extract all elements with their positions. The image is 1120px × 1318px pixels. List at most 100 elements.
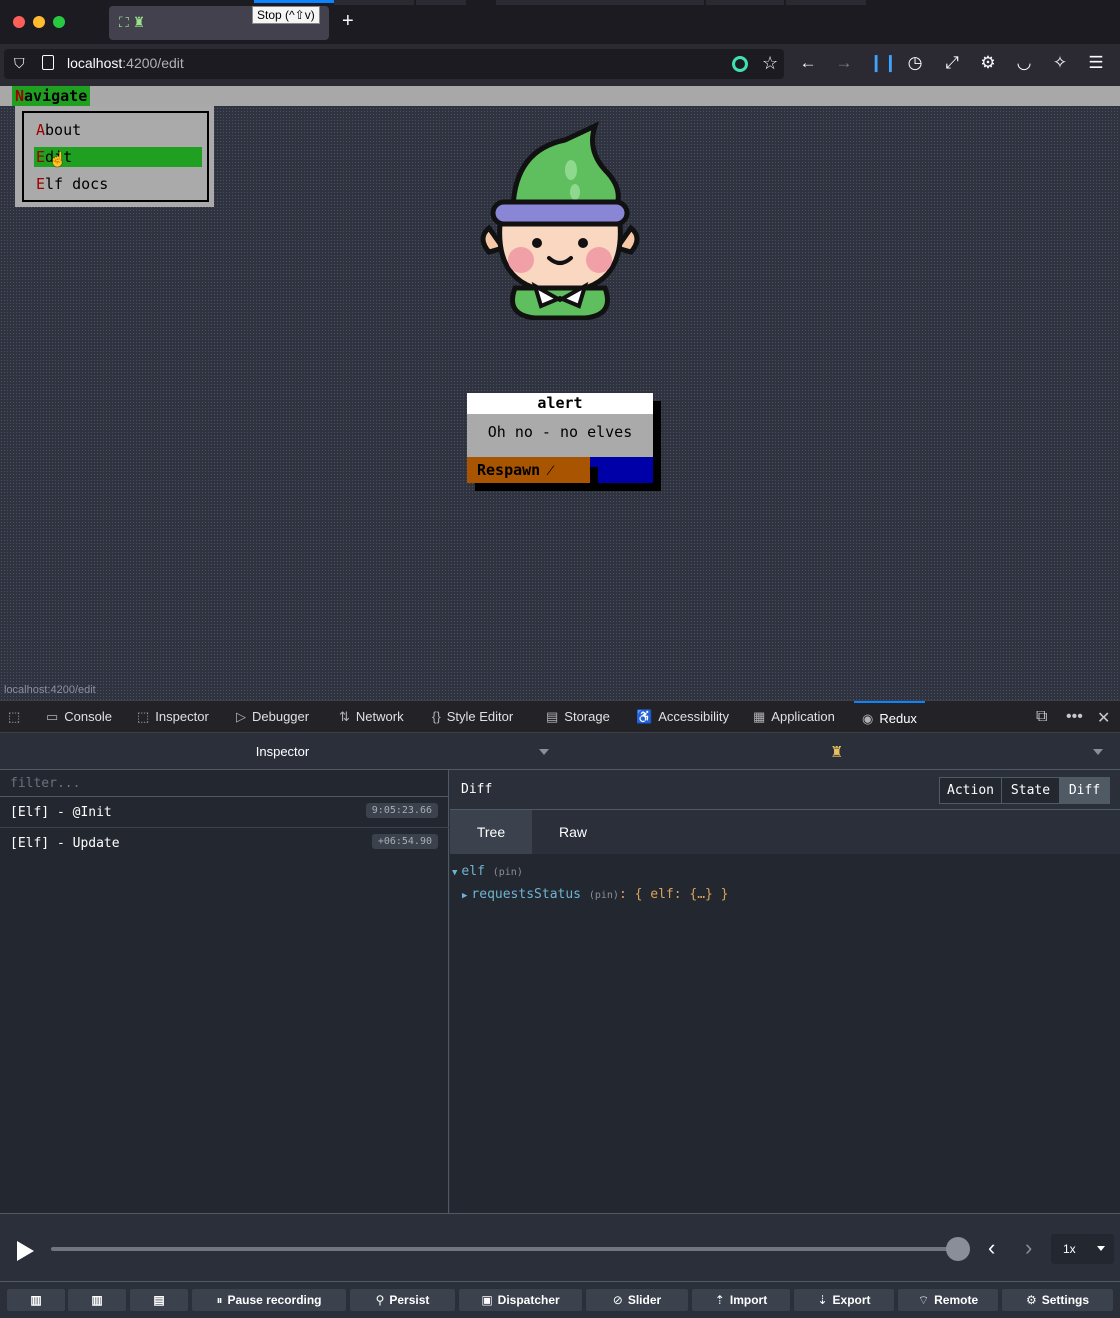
chevron-down-icon <box>1093 749 1103 755</box>
persist-button[interactable]: ⚲ Persist <box>350 1289 455 1311</box>
maximize-window-button[interactable] <box>53 16 65 28</box>
button-label: Slider <box>627 1293 662 1307</box>
slider-icon: ⊘ <box>612 1293 623 1307</box>
tree-node-root[interactable]: ▼ elf (pin) <box>452 864 523 879</box>
export-button[interactable]: ⇣ Export <box>794 1289 894 1311</box>
gear-icon: ⚙ <box>1025 1293 1037 1307</box>
new-tab-icon[interactable]: + <box>342 10 354 32</box>
close-devtools-icon[interactable]: ✕ <box>1097 708 1110 728</box>
play-icon[interactable] <box>17 1241 34 1261</box>
dispatcher-button[interactable]: ▣ Dispatcher <box>459 1289 582 1311</box>
alert-title: alert <box>467 393 653 414</box>
layout-bottom-button[interactable]: ▤ <box>130 1289 188 1311</box>
menu-item-elf-docs[interactable]: Elf docs <box>34 174 202 194</box>
import-button[interactable]: ⇡ Import <box>692 1289 790 1311</box>
devtools-toolbar: ⬚ ▭ Console ⬚ Inspector ▷ Debugger ⇅ Network… <box>0 700 1120 733</box>
tab-debugger[interactable]: ▷ Debugger <box>236 701 309 733</box>
button-label: Persist <box>389 1293 430 1307</box>
tree-node-child[interactable]: ▶ requestsStatus (pin): { elf: {…} } <box>462 887 729 902</box>
diff-tab-button[interactable]: Diff <box>1059 777 1110 804</box>
playback-speed-select[interactable]: 1x <box>1051 1234 1114 1264</box>
slider-track[interactable] <box>51 1247 958 1251</box>
action-row[interactable]: [Elf] - @Init 9:05:23.66 <box>0 797 449 828</box>
tab-accessibility[interactable]: ♿ Accessibility <box>636 701 729 733</box>
gear-icon[interactable]: ⚙ <box>977 53 999 73</box>
tab-label: Style Editor <box>446 709 514 724</box>
tab-label: Network <box>355 709 404 724</box>
pin-link[interactable]: (pin) <box>589 890 619 901</box>
close-window-button[interactable] <box>13 16 25 28</box>
pause-recording-button[interactable]: ⏸ Pause recording <box>192 1289 346 1311</box>
network-icon: ⇅ <box>339 709 350 724</box>
tab-tree[interactable]: Tree <box>450 810 532 854</box>
dock-side-icon[interactable]: ⧉ <box>1036 708 1047 726</box>
slider-thumb[interactable] <box>946 1237 970 1261</box>
accessibility-icon: ♿ <box>636 709 653 724</box>
tab-network[interactable]: ⇅ Network <box>339 701 404 733</box>
download-icon: ⇣ <box>817 1293 828 1307</box>
action-tab-button[interactable]: Action <box>939 777 1002 804</box>
tracking-shield-icon[interactable]: ⛉ <box>14 55 30 71</box>
tab-redux[interactable]: ◉ Redux <box>854 701 925 733</box>
broadcast-icon: ⌔ <box>917 1293 930 1307</box>
step-forward-icon[interactable]: › <box>1025 1235 1032 1261</box>
bars-icon[interactable]: ❙❙ <box>869 53 898 73</box>
navigate-hotkey: N <box>15 87 25 105</box>
menu-item-about[interactable]: About <box>34 120 202 140</box>
settings-button[interactable]: ⚙ Settings <box>1002 1289 1113 1311</box>
more-options-icon[interactable]: ••• <box>1066 708 1083 726</box>
layout-right-button[interactable]: ▥ <box>68 1289 126 1311</box>
filter-input[interactable]: filter... <box>0 770 449 797</box>
extension-ring-icon[interactable] <box>732 56 748 72</box>
extensions-icon[interactable]: ✧ <box>1049 53 1071 73</box>
remote-button[interactable]: ⌔ Remote <box>898 1289 998 1311</box>
state-tab-button[interactable]: State <box>1001 777 1060 804</box>
navigate-menu-button[interactable]: Navigate <box>12 86 91 106</box>
redux-devtools-panel: Inspector ♜ filter... [Elf] - @Init 9:05… <box>0 733 1120 1318</box>
button-label: Settings <box>1041 1293 1090 1307</box>
element-picker-icon[interactable]: ⬚ <box>8 701 26 733</box>
tab-console[interactable]: ▭ Console <box>46 701 112 733</box>
menu-item-label: bout <box>45 121 82 139</box>
slider-button[interactable]: ⊘ Slider <box>586 1289 688 1311</box>
action-row[interactable]: [Elf] - Update +06:54.90 <box>0 828 449 859</box>
tab-label: Debugger <box>252 709 310 724</box>
chevron-down-icon <box>539 749 549 755</box>
bookmark-star-icon[interactable]: ☆ <box>762 53 778 74</box>
action-time: +06:54.90 <box>371 834 438 849</box>
respawn-label: Respawn <box>477 461 541 479</box>
tab-strip <box>706 0 784 5</box>
page-info-icon[interactable] <box>42 55 54 70</box>
page-viewport: Navigate About Edit Elf docs ☝ alert Oh … <box>0 86 1120 700</box>
tab-raw[interactable]: Raw <box>532 810 614 854</box>
minimize-window-button[interactable] <box>33 16 45 28</box>
url-bar[interactable]: ⛉ localhost:4200/edit ☆ <box>4 49 784 79</box>
pin-icon: ⚲ <box>375 1293 385 1307</box>
menu-item-label: lf docs <box>45 175 109 193</box>
instance-selector[interactable]: ♜ <box>560 733 1120 770</box>
button-label: Remote <box>934 1293 979 1307</box>
forward-icon[interactable]: → <box>833 53 855 73</box>
tab-application[interactable]: ▦ Application <box>753 701 835 733</box>
layout-left-button[interactable]: ▥ <box>7 1289 65 1311</box>
speed-value: 1x <box>1063 1242 1076 1256</box>
monitor-selector[interactable]: Inspector <box>0 733 560 770</box>
elf-instance-icon: ♜ <box>830 744 844 761</box>
tab-inspector[interactable]: ⬚ Inspector <box>137 701 209 733</box>
back-icon[interactable]: ← <box>797 53 819 73</box>
magic-wand-icon: ⁄ <box>549 461 552 479</box>
tab-storage[interactable]: ▤ Storage <box>546 701 610 733</box>
diff-title: Diff <box>461 782 493 797</box>
tab-label: Inspector <box>155 709 209 724</box>
step-back-icon[interactable]: ‹ <box>988 1235 995 1261</box>
fullscreen-icon[interactable]: ⤢ <box>941 53 963 73</box>
action-name: [Elf] - @Init <box>10 805 112 820</box>
tab-style-editor[interactable]: {} Style Editor <box>432 701 513 733</box>
respawn-button[interactable]: Respawn ⁄ <box>467 457 590 483</box>
pocket-icon[interactable]: ◡ <box>1013 53 1035 73</box>
menu-item-hotkey: E <box>36 148 46 166</box>
pin-link[interactable]: (pin) <box>493 867 523 878</box>
url-text[interactable]: localhost:4200/edit <box>67 55 184 71</box>
history-icon[interactable]: ◷ <box>904 53 926 73</box>
hamburger-menu-icon[interactable]: ☰ <box>1085 53 1107 73</box>
